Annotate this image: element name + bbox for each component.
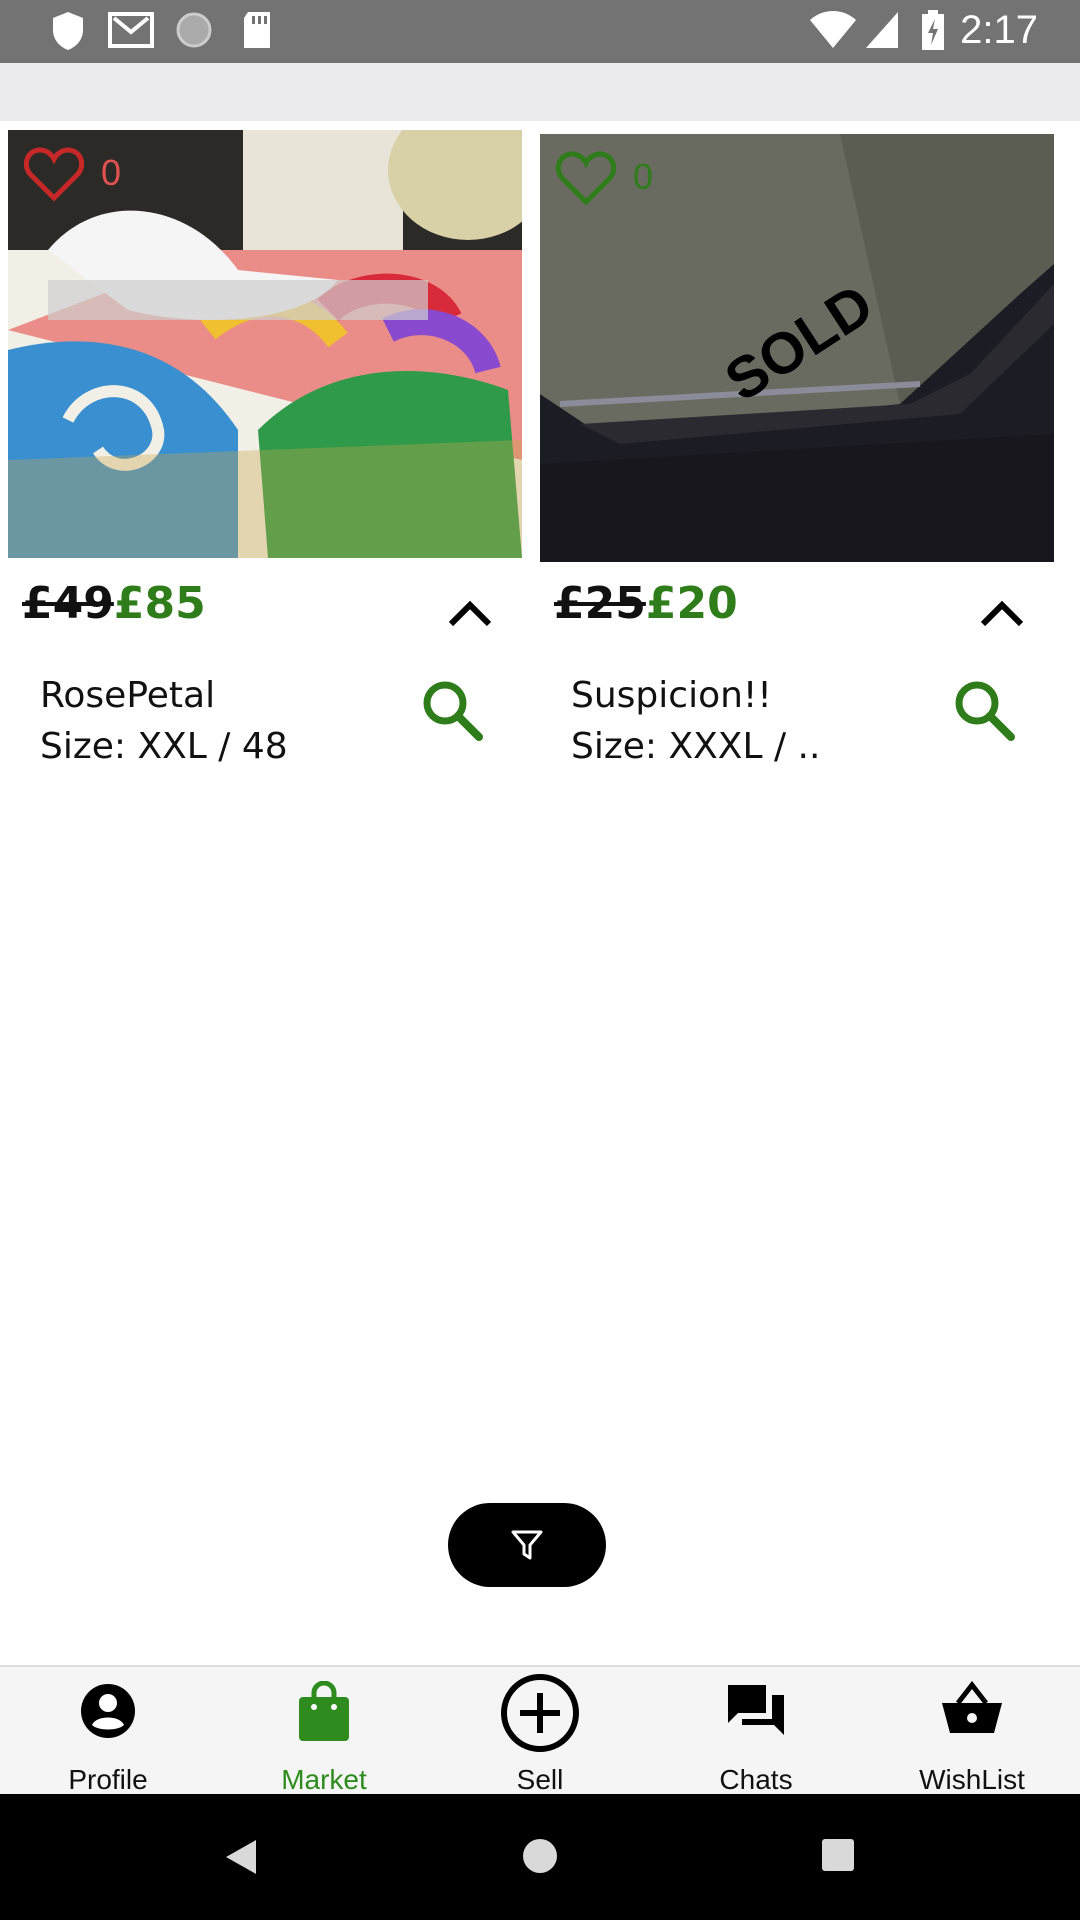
sold-stamp: SOLD [714, 284, 885, 404]
clock: 2:17 [960, 8, 1038, 52]
price: £49£85 [22, 578, 206, 629]
status-bar: 2:17 [0, 0, 1080, 63]
original-price: £49 [22, 578, 114, 629]
like-count: 0 [101, 152, 122, 193]
heart-icon[interactable] [24, 146, 84, 202]
shield-icon [53, 12, 83, 50]
listing-size: Size: XXL / 48 [40, 726, 288, 767]
tab-label: Sell [516, 1764, 564, 1795]
chevron-up-icon[interactable] [445, 594, 495, 630]
original-price: £25 [554, 578, 646, 629]
signal-icon [866, 12, 898, 48]
battery-icon [922, 10, 944, 50]
system-nav-bar [0, 1794, 1080, 1920]
chevron-up-icon[interactable] [977, 594, 1027, 630]
add-circle-icon [501, 1674, 579, 1752]
filter-button[interactable] [448, 1503, 606, 1587]
listing-size: Size: XXXL / .. [571, 726, 821, 767]
sale-price: £85 [113, 578, 206, 629]
tab-wishlist[interactable]: WishList [864, 1667, 1080, 1796]
home-icon[interactable] [522, 1838, 558, 1874]
listing-image[interactable]: SOLD 0 [540, 134, 1054, 562]
gmail-icon [108, 12, 154, 48]
sd-card-icon [244, 12, 270, 48]
tab-label: Profile [68, 1764, 148, 1795]
tab-label: Market [281, 1764, 367, 1795]
sync-icon [176, 12, 212, 48]
tab-chats[interactable]: Chats [648, 1667, 864, 1796]
bottom-tab-bar: Profile Market Sell Chats WishList [0, 1665, 1080, 1796]
sold-label: SOLD [714, 284, 885, 404]
listing-image[interactable]: 0 [8, 130, 522, 558]
listing-name: RosePetal [40, 675, 216, 716]
header-bar [0, 63, 1080, 121]
heart-icon[interactable] [556, 150, 616, 206]
tissue-box-photo [8, 130, 522, 558]
search-icon[interactable] [419, 677, 485, 743]
tab-profile[interactable]: Profile [0, 1667, 216, 1796]
tab-sell[interactable]: Sell [432, 1667, 648, 1796]
back-icon[interactable] [224, 1838, 258, 1876]
price: £25£20 [554, 578, 738, 629]
search-icon[interactable] [951, 677, 1017, 743]
profile-icon [81, 1684, 135, 1738]
like-count: 0 [633, 156, 654, 197]
basket-icon [942, 1681, 1002, 1733]
filter-icon [511, 1530, 543, 1560]
tab-market[interactable]: Market [216, 1667, 432, 1796]
wifi-icon [810, 11, 856, 48]
tab-label: Chats [719, 1764, 793, 1795]
chat-icon [728, 1685, 784, 1735]
tab-label: WishList [919, 1764, 1025, 1795]
recents-icon[interactable] [821, 1838, 855, 1872]
shopping-bag-icon [299, 1681, 349, 1741]
sale-price: £20 [645, 578, 738, 629]
listing-name: Suspicion!! [571, 675, 772, 716]
